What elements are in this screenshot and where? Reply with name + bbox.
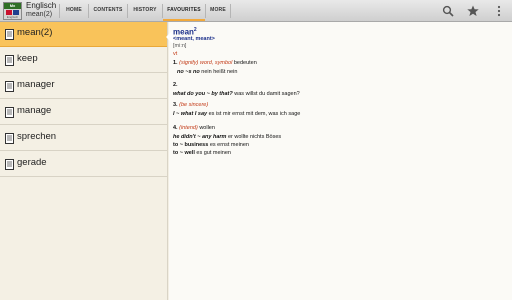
list-item-label: sprechen [17,131,57,142]
favourites-list: mean(2) keep manager manage sprechen ger… [0,22,168,300]
example-translation: was willst du damit sagen? [234,91,300,97]
sense-number: 3. [173,102,178,108]
entry-pronunciation: [mi:n] [173,43,187,49]
example-phrase: he didn't ~ any harm [173,134,227,140]
document-icon [5,29,14,40]
homograph-number: 2 [193,27,197,33]
sense-label: (intend) [179,125,198,131]
tab-favourites[interactable]: FAVOURITES [163,0,205,21]
list-item-manager[interactable]: manager [0,74,167,99]
sense-label: (be sincere) [179,102,209,108]
example-line: what do you ~ by that? was willst du dam… [173,91,300,97]
document-icon [5,133,14,144]
selection-pointer [166,30,173,44]
list-item-keep[interactable]: keep [0,48,167,73]
tab-contents[interactable]: CONTENTS [89,0,127,21]
sense-number: 1. [173,60,178,66]
sense-4: 4. (intend) wollen [173,125,215,131]
sense-translation: bedeuten [233,60,257,66]
example-translation: es ernst meinen [209,142,249,148]
action-bar: Mx PONS Englisch Englisch mean(2) HOME C… [0,0,512,22]
list-item-sprechen[interactable]: sprechen [0,126,167,151]
example-translation: nein heißt nein [201,69,238,75]
tab-divider [230,4,231,18]
list-item-mean2[interactable]: mean(2) [0,22,167,47]
example-translation: es gut meinen [196,150,231,156]
overflow-menu-icon[interactable] [493,5,505,17]
app-logo[interactable]: Mx PONS Englisch [3,2,22,20]
example-phrase: what do you ~ by that? [173,91,233,97]
document-icon [5,55,14,66]
example-line: he didn't ~ any harm er wollte nichts Bö… [173,134,281,140]
example-translation: er wollte nichts Böses [227,134,282,140]
sense-number: 4. [173,125,178,131]
example-phrase: no ~s no [177,69,200,75]
tab-home[interactable]: HOME [60,0,88,21]
example-phrase: I ~ what I say [173,111,208,117]
sense-1: 1. (signify) word, symbol bedeuten [173,60,257,66]
list-item-label: manager [17,79,55,90]
list-item-label: manage [17,105,52,116]
document-icon [5,159,14,170]
tab-more[interactable]: MORE [206,0,230,21]
example-line: to ~ business es ernst meinen [173,142,249,148]
example-translation: es ist mir ernst mit dem, was ich sage [208,111,301,117]
sense-2: 2. [173,82,178,88]
list-item-label: keep [17,53,38,64]
app-subtitle: mean(2) [26,11,53,18]
search-icon[interactable] [442,5,454,17]
list-item-label: gerade [17,157,47,168]
sense-3: 3. (be sincere) [173,102,208,108]
sense-translation: wollen [199,125,215,131]
sense-number: 2. [173,82,178,88]
star-icon[interactable] [467,5,479,17]
example-phrase: to ~ business [173,142,209,148]
example-line: I ~ what I say es ist mir ernst mit dem,… [173,111,300,117]
entry-pos: vt [173,51,178,57]
example-line: to ~ well es gut meinen [173,150,231,156]
entry-forms: <meant, meant> [173,36,215,42]
example-phrase: to ~ well [173,150,195,156]
entry-pane: mean2 <meant, meant> [mi:n] vt 1. (signi… [169,22,512,300]
logo-subtext: Englisch [6,15,19,19]
list-item-label: mean(2) [17,27,53,38]
list-item-manage[interactable]: manage [0,100,167,125]
example-line: no ~s no nein heißt nein [177,69,237,75]
document-icon [5,107,14,118]
document-icon [5,81,14,92]
list-item-gerade[interactable]: gerade [0,152,167,177]
tab-history[interactable]: HISTORY [128,0,162,21]
sense-label: (signify) word, symbol [179,60,233,66]
logo-brand: Mx PONS [4,3,21,14]
